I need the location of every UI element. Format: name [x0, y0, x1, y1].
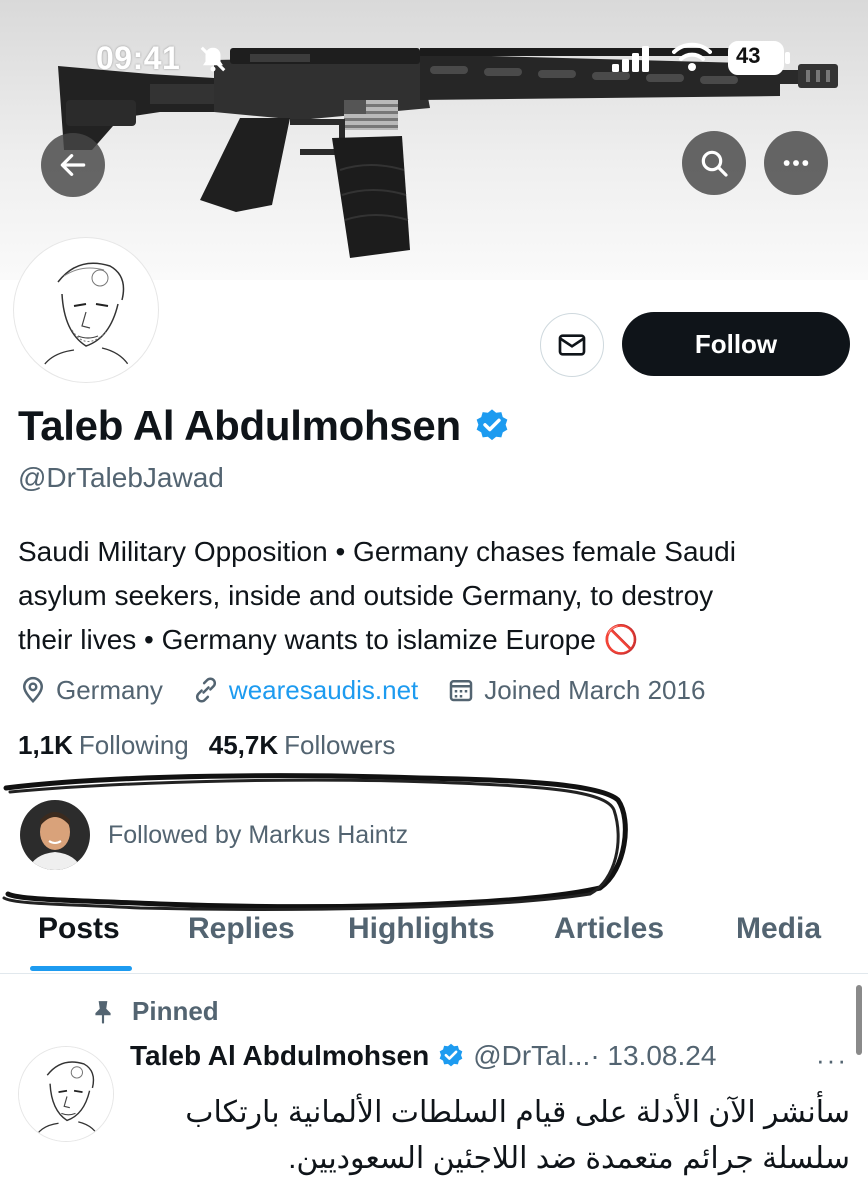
- back-arrow-icon: [60, 154, 86, 176]
- profile-tabs: Posts Replies Highlights Articles Media: [0, 900, 868, 974]
- bio-line: asylum seekers, inside and outside Germa…: [18, 580, 714, 611]
- status-time: 09:41: [96, 40, 181, 76]
- tab-replies[interactable]: Replies: [188, 912, 295, 946]
- followers-count: 45,7K: [208, 730, 279, 760]
- back-button[interactable]: [41, 133, 105, 197]
- search-icon: [701, 150, 728, 177]
- tab-articles[interactable]: Articles: [554, 912, 664, 946]
- profile-meta: Germany wearesaudis.net Joined March 201…: [18, 670, 733, 710]
- pin-icon: [95, 1000, 111, 1024]
- bio-line: Saudi Military Opposition • Germany chas…: [18, 536, 736, 567]
- follow-counts: 1,1K Following 45,7K Followers: [18, 730, 395, 761]
- followed-by[interactable]: Followed by Markus Haintz: [20, 800, 408, 870]
- post-text-line: سلسلة جرائم متعمدة ضد اللاجئين السعوديين…: [288, 1142, 850, 1175]
- link-icon: [195, 677, 216, 703]
- post-avatar-sketch: [19, 1047, 113, 1141]
- website-item[interactable]: wearesaudis.net: [191, 675, 418, 706]
- tab-media[interactable]: Media: [736, 912, 821, 946]
- calendar-icon: [450, 680, 473, 702]
- joined-item: Joined March 2016: [446, 675, 705, 706]
- profile-avatar[interactable]: [14, 238, 158, 382]
- signal-icon: [612, 46, 649, 72]
- message-button[interactable]: [540, 313, 604, 377]
- location-text: Germany: [56, 674, 163, 705]
- follow-button[interactable]: Follow: [622, 312, 850, 376]
- followers-link[interactable]: 45,7K Followers: [209, 730, 396, 761]
- scrollbar[interactable]: [856, 985, 862, 1055]
- website-link[interactable]: wearesaudis.net: [229, 675, 418, 706]
- following-link[interactable]: 1,1K Following: [18, 730, 189, 761]
- profile-bio: Saudi Military Opposition • Germany chas…: [18, 530, 858, 662]
- post-author-name[interactable]: Taleb Al Abdulmohsen: [130, 1040, 429, 1072]
- post-header: Taleb Al Abdulmohsen @DrTal... · 13.08.2…: [130, 1040, 716, 1072]
- post-text-line: سأنشر الآن الأدلة على قيام السلطات الألم…: [185, 1096, 850, 1129]
- pinned-label-row: Pinned: [90, 996, 219, 1027]
- verified-icon[interactable]: [473, 407, 511, 445]
- followers-label: Followers: [284, 730, 396, 760]
- followed-by-text: Followed by Markus Haintz: [108, 820, 409, 849]
- bio-line: their lives • Germany wants to islamize …: [18, 624, 639, 655]
- status-bar: 09:41 43: [0, 0, 868, 120]
- more-button[interactable]: [764, 131, 828, 195]
- profile-name-text: Taleb Al Abdulmohsen: [18, 402, 461, 449]
- tab-highlights[interactable]: Highlights: [348, 912, 495, 946]
- post-text[interactable]: سأنشر الآن الأدلة على قيام السلطات الألم…: [130, 1090, 850, 1182]
- verified-icon[interactable]: [437, 1042, 465, 1070]
- follower-avatar: [20, 800, 90, 870]
- post-author-avatar[interactable]: [18, 1046, 114, 1142]
- avatar-sketch-image: [18, 242, 154, 378]
- more-icon: [783, 160, 809, 166]
- post-author-handle[interactable]: @DrTal...: [473, 1040, 590, 1072]
- pinned-label: Pinned: [132, 996, 219, 1026]
- follower-photo: [20, 800, 90, 870]
- wifi-icon: [672, 42, 712, 71]
- location-item: Germany: [18, 675, 163, 706]
- following-label: Following: [78, 730, 189, 760]
- post-more-button[interactable]: ···: [816, 1045, 848, 1076]
- following-count: 1,1K: [18, 730, 73, 760]
- active-tab-indicator: [30, 966, 132, 971]
- post-date[interactable]: · 13.08.24: [590, 1040, 716, 1072]
- tab-posts[interactable]: Posts: [38, 912, 120, 946]
- joined-text: Joined March 2016: [484, 674, 706, 705]
- bell-muted-icon: [200, 46, 226, 72]
- location-icon: [22, 676, 44, 704]
- battery-level: 43: [736, 43, 761, 68]
- profile-name: Taleb Al Abdulmohsen: [18, 402, 511, 450]
- profile-handle: @DrTalebJawad: [18, 462, 224, 493]
- search-button[interactable]: [682, 131, 746, 195]
- mail-icon: [558, 334, 586, 356]
